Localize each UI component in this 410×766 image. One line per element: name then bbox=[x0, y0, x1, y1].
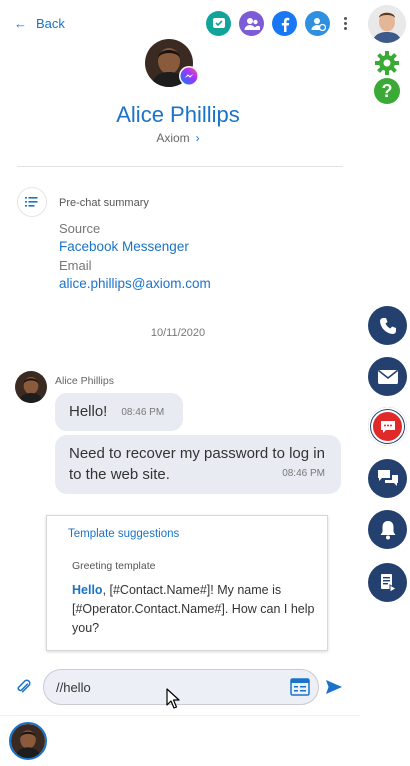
template-highlight: Hello bbox=[72, 583, 103, 597]
prechat-title: Pre-chat summary bbox=[59, 197, 149, 209]
facebook-icon[interactable] bbox=[272, 11, 297, 36]
email-value[interactable]: alice.phillips@axiom.com bbox=[59, 276, 211, 291]
chat-icon[interactable] bbox=[368, 407, 407, 446]
contact-name: Alice Phillips bbox=[116, 102, 240, 127]
chevron-right-icon: › bbox=[195, 131, 200, 145]
list-icon bbox=[17, 187, 47, 217]
company-label: Axiom bbox=[156, 131, 190, 145]
user-transfer-icon[interactable] bbox=[305, 11, 330, 36]
phone-icon[interactable] bbox=[368, 306, 407, 345]
email-icon[interactable] bbox=[368, 357, 407, 396]
back-label: Back bbox=[36, 16, 65, 31]
date-separator: 10/11/2020 bbox=[150, 327, 206, 339]
gear-icon[interactable] bbox=[373, 49, 401, 77]
mouse-cursor-icon bbox=[166, 688, 180, 710]
source-label: Source bbox=[59, 221, 101, 236]
template-text: , [#Contact.Name#]! My name is [#Operato… bbox=[72, 583, 315, 635]
messenger-icon bbox=[179, 66, 199, 86]
message-bubble: Need to recover my password to log in to… bbox=[55, 435, 341, 494]
bottom-bar bbox=[0, 715, 360, 766]
more-options-icon[interactable] bbox=[340, 11, 350, 36]
template-icon[interactable] bbox=[290, 678, 310, 696]
divider bbox=[17, 166, 343, 167]
message-input-value: //hello bbox=[56, 680, 91, 695]
template-name: Greeting template bbox=[72, 560, 156, 572]
sender-avatar bbox=[15, 371, 47, 403]
message-time: 08:46 PM bbox=[121, 407, 165, 418]
chat-panel: ← Back Alice Phillips Axiom › Pre-chat su… bbox=[0, 0, 360, 766]
back-button[interactable]: ← Back bbox=[14, 16, 65, 31]
email-label: Email bbox=[59, 258, 92, 273]
message-bubble: Hello! 08:46 PM bbox=[55, 393, 183, 431]
source-value: Facebook Messenger bbox=[59, 239, 189, 254]
document-icon[interactable] bbox=[368, 563, 407, 602]
template-suggestions-title: Template suggestions bbox=[68, 528, 180, 540]
active-chat-indicator bbox=[371, 410, 404, 443]
chat-check-icon[interactable] bbox=[206, 11, 231, 36]
message-text: Hello! bbox=[69, 403, 108, 420]
contacts-icon[interactable] bbox=[239, 11, 264, 36]
template-suggestion-item[interactable]: Hello, [#Contact.Name#]! My name is [#Op… bbox=[72, 581, 322, 638]
agent-avatar[interactable] bbox=[368, 5, 406, 43]
template-suggestions-popup: Template suggestions Greeting template H… bbox=[46, 515, 328, 651]
notifications-icon[interactable] bbox=[368, 510, 407, 549]
send-icon[interactable] bbox=[325, 678, 343, 696]
active-chat-avatar[interactable] bbox=[9, 722, 47, 760]
conversations-icon[interactable] bbox=[368, 459, 407, 498]
message-input[interactable]: //hello bbox=[43, 669, 319, 705]
contact-company[interactable]: Axiom › bbox=[0, 131, 356, 145]
back-arrow-icon: ← bbox=[14, 16, 27, 31]
help-icon[interactable]: ? bbox=[374, 78, 400, 104]
message-time: 08:46 PM bbox=[282, 468, 325, 479]
paperclip-icon[interactable] bbox=[15, 678, 33, 696]
sender-name: Alice Phillips bbox=[55, 375, 114, 387]
header-actions bbox=[206, 11, 350, 36]
